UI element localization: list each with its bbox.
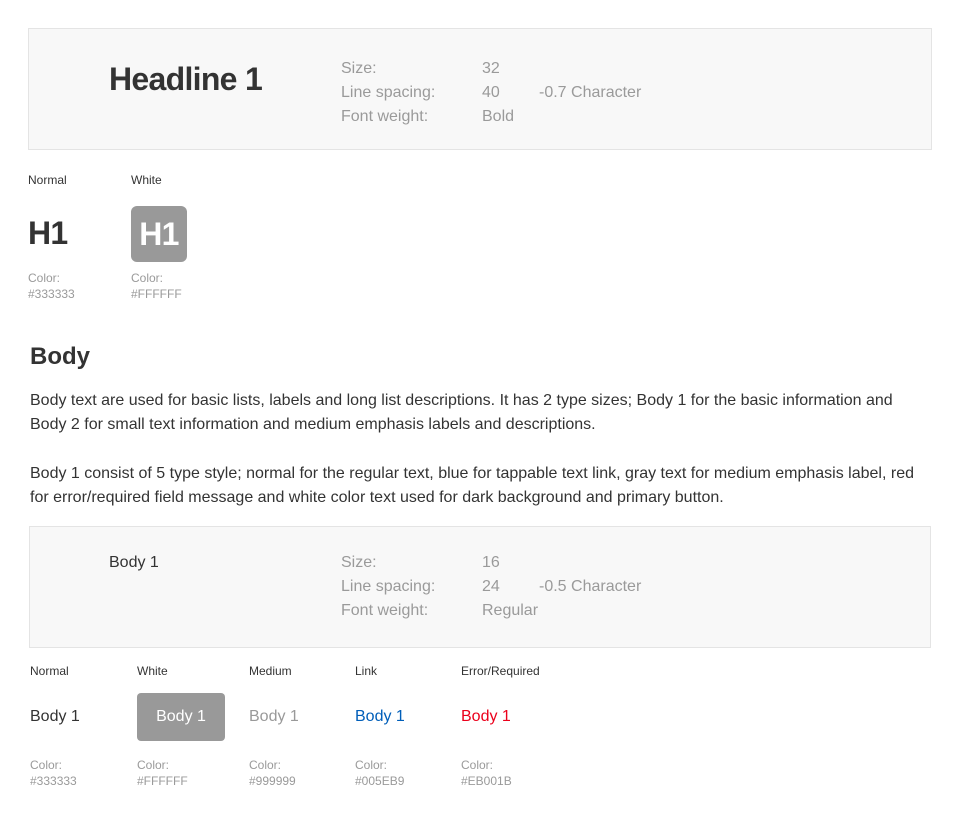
h1-normal-color: Color: #333333 (28, 271, 75, 301)
line-spacing-label: Line spacing: (341, 84, 436, 101)
body-error-color: Color: #EB001B (461, 758, 512, 788)
character-spacing-value: -0.5 Character (539, 578, 642, 595)
headline-spec-card: Headline 1 Size: 32 Line spacing: 40 -0.… (28, 28, 932, 150)
body-normal-sample: Body 1 (30, 708, 80, 725)
h1-normal-label: Normal (28, 173, 67, 187)
size-label: Size: (341, 554, 377, 571)
line-spacing-label: Line spacing: (341, 578, 436, 595)
body-error-sample: Body 1 (461, 708, 511, 725)
h1-white-color: Color: #FFFFFF (131, 271, 182, 301)
body-white-sample: Body 1 (137, 693, 225, 741)
font-weight-label: Font weight: (341, 108, 429, 125)
font-weight-value: Regular (482, 602, 539, 619)
line-spacing-value: 40 (482, 84, 500, 101)
h1-white-label: White (131, 173, 162, 187)
body-error-label: Error/Required (461, 664, 540, 678)
font-weight-label: Font weight: (341, 602, 429, 619)
size-value: 32 (482, 60, 500, 77)
body-link-color: Color: #005EB9 (355, 758, 405, 788)
body-spec-card: Body 1 Size: 16 Line spacing: 24 -0.5 Ch… (29, 526, 931, 648)
body-paragraph-2: Body 1 consist of 5 type style; normal f… (30, 465, 914, 506)
body-normal-color: Color: #333333 (30, 758, 77, 788)
headline-spec-title: Headline 1 (109, 61, 263, 97)
size-value: 16 (482, 554, 500, 571)
body-normal-label: Normal (30, 664, 69, 678)
body-section-title: Body (30, 343, 90, 370)
body-link-sample[interactable]: Body 1 (355, 705, 405, 729)
body-spec-title: Body 1 (109, 554, 159, 571)
body-link-label: Link (355, 664, 378, 678)
font-weight-value: Bold (482, 108, 515, 125)
body-white-label: White (137, 664, 168, 678)
body-medium-label: Medium (249, 664, 292, 678)
body-medium-sample: Body 1 (249, 708, 299, 725)
body-paragraph-1: Body text are used for basic lists, labe… (30, 392, 893, 433)
size-label: Size: (341, 60, 377, 77)
h1-normal-sample: H1 (28, 215, 68, 251)
character-spacing-value: -0.7 Character (539, 84, 642, 101)
body-medium-color: Color: #999999 (249, 758, 296, 788)
line-spacing-value: 24 (482, 578, 500, 595)
body-white-color: Color: #FFFFFF (137, 758, 188, 788)
h1-white-sample: H1 (131, 206, 187, 262)
